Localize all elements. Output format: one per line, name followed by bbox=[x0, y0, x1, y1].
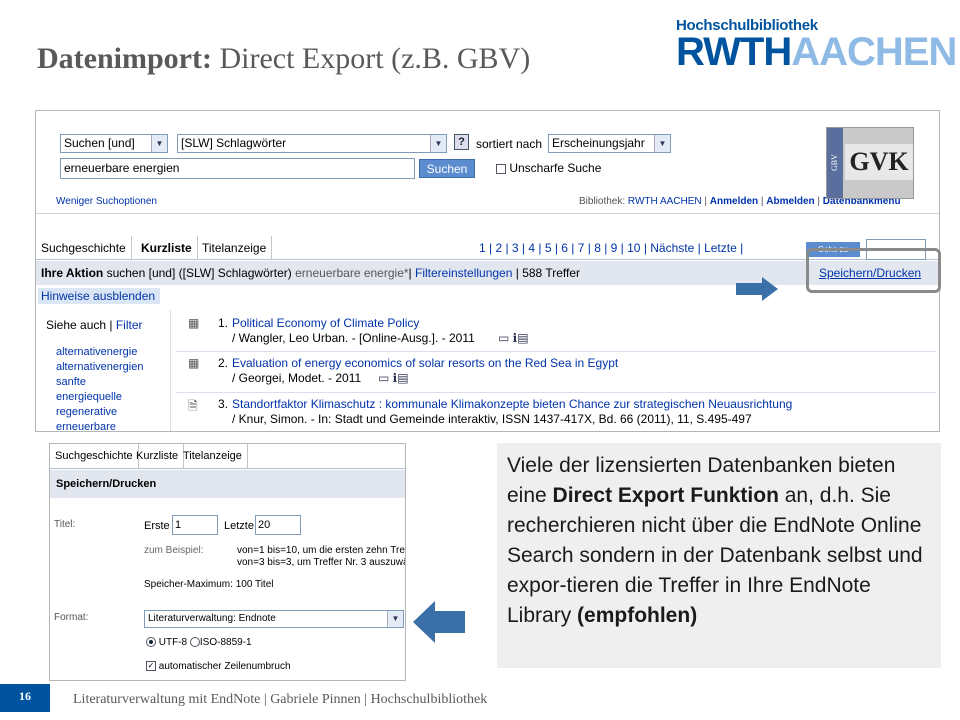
divider bbox=[176, 392, 936, 393]
export-tabs: Suchgeschichte Kurzliste Titelanzeige bbox=[50, 444, 405, 469]
online-resource-icon: ▦ bbox=[188, 356, 200, 370]
availability-icons[interactable]: ▭ ℹ▤ bbox=[378, 371, 409, 385]
tab-title-view[interactable]: Titelanzeige bbox=[178, 444, 248, 469]
divider bbox=[176, 351, 936, 352]
availability-icons[interactable]: ▭ ℹ▤ bbox=[498, 331, 529, 345]
export-form-screenshot: Suchgeschichte Kurzliste Titelanzeige Sp… bbox=[49, 443, 406, 681]
login-link[interactable]: Anmelden bbox=[710, 196, 758, 207]
tab-search-history[interactable]: Suchgeschichte bbox=[36, 236, 132, 260]
see-also-box: Siehe auch | Filter alternativenergie al… bbox=[38, 310, 171, 431]
search-panel: Suchen [und] ▼ [SLW] Schlagwörter ▼ ? sort… bbox=[36, 111, 939, 214]
arrow-right-icon bbox=[736, 277, 778, 301]
chevron-down-icon: ▼ bbox=[430, 135, 446, 152]
see-also-item[interactable]: regenerative bbox=[56, 406, 117, 418]
export-heading: Speichern/Drucken bbox=[50, 470, 405, 498]
hide-hints-button[interactable]: Hinweise ausblenden bbox=[38, 288, 160, 304]
format-label: Format: bbox=[54, 612, 89, 623]
document-icon: 🗎 bbox=[188, 399, 198, 413]
encoding-options: UTF-8 ISO-8859-1 bbox=[146, 637, 252, 648]
page-number: 16 bbox=[0, 684, 50, 712]
checkbox[interactable] bbox=[496, 163, 506, 174]
logout-link[interactable]: Abmelden bbox=[766, 196, 814, 207]
title-label: Titel: bbox=[54, 519, 76, 530]
first-input[interactable]: 1 bbox=[172, 515, 218, 535]
chevron-down-icon: ▼ bbox=[654, 135, 670, 152]
online-resource-icon: ▦ bbox=[188, 316, 200, 330]
gvk-logo: GBV GVK bbox=[826, 127, 914, 199]
checkbox[interactable]: ✓ bbox=[146, 661, 156, 672]
help-icon[interactable]: ? bbox=[454, 134, 469, 150]
result-title-link[interactable]: Political Economy of Climate Policy bbox=[232, 316, 419, 330]
tab-short-list[interactable]: Kurzliste bbox=[136, 236, 198, 260]
line-wrap-option: ✓ automatischer Zeilenumbruch bbox=[146, 661, 291, 672]
search-input[interactable]: erneuerbare energien bbox=[60, 158, 415, 179]
see-also-item[interactable]: alternativenergie bbox=[56, 346, 137, 358]
catalog-screenshot: Suchen [und] ▼ [SLW] Schlagwörter ▼ ? sort… bbox=[35, 110, 940, 432]
search-mode-select[interactable]: Suchen [und] ▼ bbox=[60, 134, 168, 153]
max-label: Speicher-Maximum: 100 Titel bbox=[144, 579, 274, 590]
fewer-options-link[interactable]: Weniger Suchoptionen bbox=[56, 196, 157, 207]
see-also-item[interactable]: erneuerbare bbox=[56, 421, 116, 431]
footer-text: Literaturverwaltung mit EndNote | Gabrie… bbox=[73, 692, 488, 707]
result-title-link[interactable]: Evaluation of energy economics of solar … bbox=[232, 356, 618, 370]
last-label: Letzte bbox=[224, 520, 254, 532]
radio-iso[interactable] bbox=[189, 637, 200, 648]
slide-title: Datenimport: Direct Export (z.B. GBV) bbox=[37, 42, 531, 75]
pagination[interactable]: 1 | 2 | 3 | 4 | 5 | 6 | 7 | 8 | 9 | 10 |… bbox=[479, 241, 743, 255]
first-label: Erste bbox=[144, 520, 170, 532]
tab-short-list[interactable]: Kurzliste bbox=[131, 444, 185, 469]
explanation-text: Viele der lizensierten Datenbanken biete… bbox=[497, 443, 941, 668]
fuzzy-search-option[interactable]: Unscharfe Suche bbox=[496, 161, 601, 175]
see-also-item[interactable]: alternativenergien bbox=[56, 361, 143, 373]
sorted-by-label: sortiert nach bbox=[476, 137, 543, 151]
example-label: zum Beispiel: bbox=[144, 545, 204, 556]
see-also-item[interactable]: sanfte bbox=[56, 376, 86, 388]
rwth-logo: RWTHAACHEN bbox=[676, 30, 957, 74]
chevron-down-icon: ▼ bbox=[151, 135, 167, 152]
arrow-left-icon bbox=[413, 601, 465, 643]
last-input[interactable]: 20 bbox=[255, 515, 301, 535]
tab-title-view[interactable]: Titelanzeige bbox=[197, 236, 273, 260]
see-also-item[interactable]: energiequelle bbox=[56, 391, 122, 403]
example-2: von=3 bis=3, um Treffer Nr. 3 auszuwähle… bbox=[237, 557, 405, 568]
chevron-down-icon: ▼ bbox=[387, 611, 403, 627]
search-button[interactable]: Suchen bbox=[419, 159, 475, 178]
example-1: von=1 bis=10, um die ersten zehn Treffer… bbox=[237, 545, 405, 556]
sort-select[interactable]: Erscheinungsjahr ▼ bbox=[548, 134, 671, 153]
filter-settings-link[interactable]: Filtereinstellungen bbox=[415, 266, 512, 280]
search-field-select[interactable]: [SLW] Schlagwörter ▼ bbox=[177, 134, 447, 153]
tab-search-history[interactable]: Suchgeschichte bbox=[50, 444, 139, 469]
radio-utf8[interactable] bbox=[146, 637, 156, 648]
highlight-frame bbox=[806, 248, 941, 293]
action-bar: Ihre Aktion suchen [und] ([SLW] Schlagwö… bbox=[36, 261, 939, 285]
result-title-link[interactable]: Standortfaktor Klimaschutz : kommunale K… bbox=[232, 397, 792, 411]
filter-link[interactable]: Filter bbox=[116, 318, 143, 332]
format-select[interactable]: Literaturverwaltung: Endnote ▼ bbox=[144, 610, 404, 628]
